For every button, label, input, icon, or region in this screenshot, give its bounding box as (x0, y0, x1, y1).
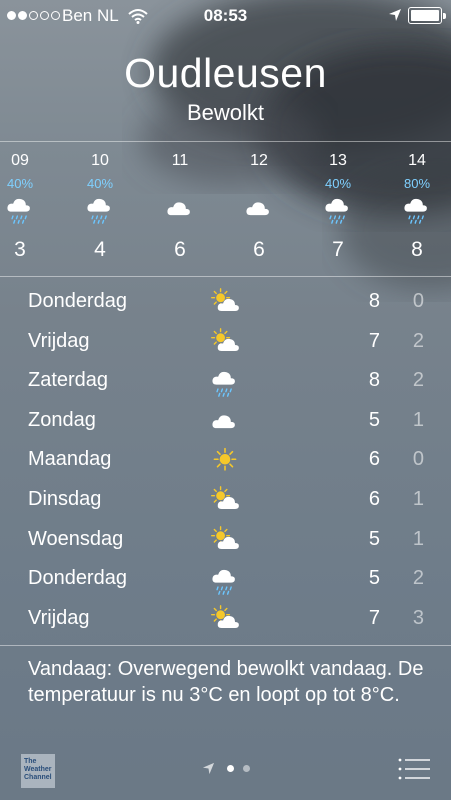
hour-temperature: 8 (411, 238, 423, 261)
page-indicator[interactable] (0, 762, 451, 775)
hour-temperature: 7 (332, 238, 344, 261)
day-high-temp: 6 (368, 488, 380, 510)
day-low-temp: 1 (412, 527, 424, 550)
today-summary: Vandaag: Overwegend bewolkt vandaag. De … (28, 658, 424, 706)
cloud-rain-icon (5, 192, 35, 226)
day-high-temp: 8 (368, 369, 380, 392)
day-high-temp: 5 (368, 567, 380, 590)
cloud-rain-icon (208, 367, 242, 398)
daily-row: Donderdag 5 2 (0, 560, 451, 599)
daily-row: Zaterdag 8 2 (0, 362, 451, 401)
status-time: 08:53 (203, 6, 248, 25)
day-high-temp: 5 (368, 408, 380, 431)
city-name: Oudleusen (124, 50, 327, 96)
hour-label: 13 (329, 152, 347, 169)
day-low-temp: 2 (412, 567, 424, 590)
day-name: Vrijdag (28, 606, 90, 629)
hour-label: 09 (11, 152, 29, 169)
battery-icon (408, 7, 446, 24)
precip-chance: 80% (403, 176, 431, 191)
day-low-temp: 2 (412, 369, 424, 392)
city-list-icon[interactable] (398, 758, 430, 780)
current-location-icon (202, 762, 214, 775)
hour-label: 10 (91, 152, 109, 169)
daily-row: Zondag 5 1 (0, 402, 451, 441)
divider (0, 276, 451, 277)
day-name: Donderdag (28, 567, 127, 590)
day-name: Zaterdag (28, 369, 109, 392)
cloud-icon (165, 192, 195, 226)
day-high-temp: 8 (368, 290, 380, 312)
daily-row: Vrijdag 7 2 (0, 323, 451, 362)
partly-cloudy-icon (208, 486, 242, 516)
day-high-temp: 5 (368, 527, 380, 550)
day-name: Dinsdag (28, 488, 102, 510)
day-name: Woensdag (28, 527, 124, 550)
daily-row: Dinsdag 6 1 (0, 481, 451, 520)
daily-row: Maandag 6 0 (0, 441, 451, 480)
day-name: Maandag (28, 448, 112, 471)
day-high-temp: 7 (368, 329, 380, 352)
day-low-temp: 0 (412, 290, 424, 312)
cloud-rain-icon (402, 192, 432, 226)
hourly-item: 10 40% 4 (70, 142, 130, 276)
hour-label: 12 (250, 152, 268, 169)
day-low-temp: 3 (412, 606, 424, 629)
partly-cloudy-icon (208, 525, 242, 556)
hour-temperature: 6 (174, 238, 186, 261)
day-high-temp: 6 (368, 448, 380, 471)
current-condition: Bewolkt (186, 100, 265, 125)
day-high-temp: 7 (368, 606, 380, 629)
precip-chance: 40% (6, 176, 34, 191)
partly-cloudy-icon (208, 604, 242, 635)
hourly-item: 13 40% 7 (308, 142, 368, 276)
hourly-item: 11 6 (150, 142, 210, 276)
daily-row: Woensdag 5 1 (0, 521, 451, 560)
hour-label: 11 (171, 152, 189, 169)
hour-temperature: 6 (253, 238, 265, 261)
hour-temperature: 3 (14, 238, 26, 261)
hourly-item: 14 80% 8 (387, 142, 447, 276)
page-dot (226, 765, 234, 772)
status-bar: Ben NL 08:53 (0, 0, 451, 32)
cloud-icon (244, 192, 274, 226)
cloud-rain-icon (85, 192, 115, 226)
hourly-item: 12 6 (229, 142, 289, 276)
day-low-temp: 1 (412, 488, 424, 510)
daily-row: Donderdag 8 0 (0, 283, 451, 322)
precip-chance: 40% (86, 176, 114, 191)
hourly-item: 09 40% 3 (0, 142, 50, 276)
day-low-temp: 1 (412, 408, 424, 431)
cloud-icon (208, 407, 242, 437)
hour-temperature: 4 (94, 238, 106, 261)
day-low-temp: 2 (412, 329, 424, 352)
day-name: Zondag (28, 408, 96, 431)
divider (0, 645, 451, 646)
partly-cloudy-icon (208, 327, 242, 358)
day-low-temp: 0 (412, 448, 424, 471)
precip-chance: 40% (324, 176, 352, 191)
page-dot (242, 765, 250, 772)
bottom-toolbar: The Weather Channel (0, 740, 451, 800)
day-name: Vrijdag (28, 329, 90, 352)
day-name: Donderdag (28, 290, 127, 312)
hour-label: 14 (408, 152, 426, 169)
hourly-forecast[interactable]: 09 40% 3 10 40% 4 11 6 12 6 13 40% 7 14 … (0, 142, 451, 276)
cloud-rain-icon (208, 565, 242, 596)
cloud-rain-icon (323, 192, 353, 226)
daily-row: Vrijdag 7 3 (0, 600, 451, 639)
location-services-icon (389, 9, 401, 21)
partly-cloudy-icon (208, 288, 242, 318)
sun-icon (208, 446, 242, 476)
